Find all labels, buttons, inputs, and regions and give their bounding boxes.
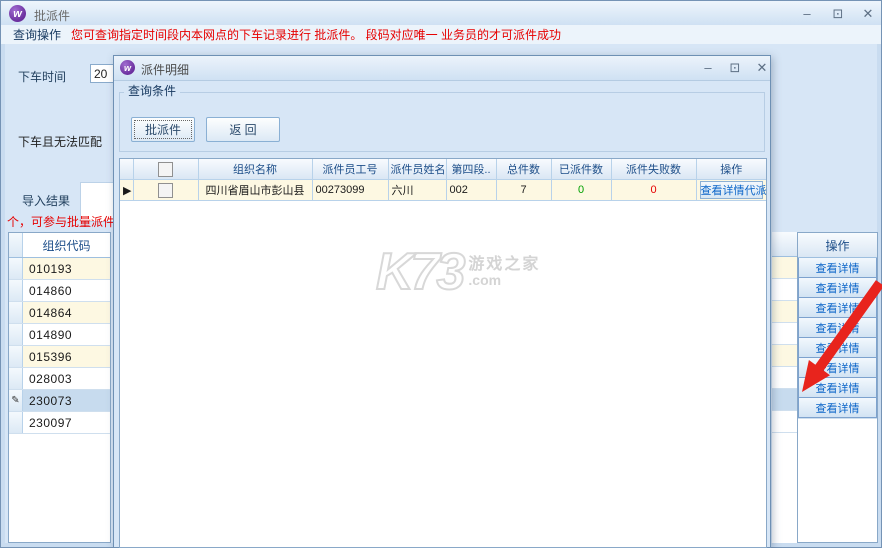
- emp-no-cell: 00273099: [312, 180, 388, 201]
- column-header[interactable]: 操作: [696, 159, 766, 180]
- edit-pencil-icon: ✎: [9, 390, 23, 411]
- column-header[interactable]: 派件员工号: [312, 159, 388, 180]
- query-condition-label: 查询条件: [124, 82, 180, 99]
- dispatch-detail-dialog: w 派件明细 – ⊡ ✕ 查询条件 批派件 返 回 组织名称 派件员工号 派件员…: [113, 55, 771, 548]
- select-all-checkbox[interactable]: [158, 162, 173, 177]
- back-button[interactable]: 返 回: [206, 117, 280, 142]
- row-checkbox[interactable]: [158, 183, 173, 198]
- dialog-maximize-button[interactable]: ⊡: [724, 59, 746, 76]
- org-code-table: 组织代码 010193 014860 014864 014890 015396 …: [8, 232, 111, 543]
- main-grid-sliver: [772, 232, 797, 543]
- batch-dispatch-button[interactable]: 批派件: [131, 117, 195, 142]
- count-note: 个，可参与批量派件: [7, 213, 115, 230]
- dialog-logo-icon: w: [120, 60, 135, 75]
- view-detail-link[interactable]: 查看详情: [701, 182, 745, 198]
- delegate-dispatch-link[interactable]: 代派: [745, 182, 767, 198]
- maximize-button[interactable]: ⊡: [827, 5, 849, 22]
- table-row[interactable]: 014860: [9, 280, 110, 302]
- column-header[interactable]: 组织名称: [198, 159, 312, 180]
- time-label: 下车时间: [18, 68, 66, 85]
- window-title: 批派件: [34, 7, 70, 24]
- column-header[interactable]: 派件失败数: [611, 159, 696, 180]
- table-row[interactable]: 014864: [9, 302, 110, 324]
- org-code-header-row: 组织代码: [9, 233, 110, 258]
- note-text: 下车且无法匹配: [18, 133, 113, 150]
- row-selector-header: [9, 233, 23, 257]
- total-count-cell: 7: [496, 180, 551, 201]
- view-detail-button[interactable]: 查看详情: [798, 318, 877, 338]
- view-detail-button[interactable]: 查看详情: [798, 338, 877, 358]
- grid-header-row: 组织名称 派件员工号 派件员姓名 第四段.. 总件数 已派件数 派件失败数 操作: [120, 159, 766, 180]
- failed-count-cell: 0: [611, 180, 696, 201]
- dialog-title: 派件明细: [141, 61, 189, 78]
- view-detail-button[interactable]: 查看详情: [798, 278, 877, 298]
- row-selector: [9, 368, 23, 389]
- column-header[interactable]: 已派件数: [551, 159, 611, 180]
- column-header[interactable]: 派件员姓名: [388, 159, 446, 180]
- row-selector: [9, 346, 23, 367]
- column-header[interactable]: 总件数: [496, 159, 551, 180]
- table-row[interactable]: 230097: [9, 412, 110, 434]
- row-action-buttons: 查看详情 代派: [700, 181, 764, 199]
- row-selector: [9, 324, 23, 345]
- dialog-titlebar: w 派件明细 – ⊡ ✕: [114, 56, 770, 81]
- grid-data-row[interactable]: ▶ 四川省眉山市彭山县 00273099 六川 002 7 0 0 查看详情 代…: [120, 180, 766, 201]
- selector-header: [120, 159, 133, 180]
- dispatch-detail-grid: 组织名称 派件员工号 派件员姓名 第四段.. 总件数 已派件数 派件失败数 操作…: [119, 158, 767, 548]
- view-detail-button[interactable]: 查看详情: [798, 358, 877, 378]
- menu-hint-text: 您可查询指定时间段内本网点的下车记录进行 批派件。 段码对应唯一 业务员的才可派…: [71, 26, 561, 43]
- row-selector: [9, 280, 23, 301]
- row-selector: [9, 302, 23, 323]
- operations-header: 操作: [798, 233, 877, 258]
- view-detail-button[interactable]: 查看详情: [798, 298, 877, 318]
- segment-cell: 002: [446, 180, 496, 201]
- table-row[interactable]: 010193: [9, 258, 110, 280]
- menu-item-query[interactable]: 查询操作: [13, 26, 61, 43]
- row-checkbox-cell: [133, 180, 198, 201]
- view-detail-button[interactable]: 查看详情: [798, 398, 877, 418]
- org-code-column-header: 组织代码: [23, 233, 110, 257]
- table-row[interactable]: 014890: [9, 324, 110, 346]
- menu-bar: 查询操作 您可查询指定时间段内本网点的下车记录进行 批派件。 段码对应唯一 业务…: [1, 25, 881, 45]
- dispatched-count-cell: 0: [551, 180, 611, 201]
- minimize-button[interactable]: –: [796, 5, 818, 22]
- row-selector: [9, 412, 23, 433]
- table-row[interactable]: 028003: [9, 368, 110, 390]
- emp-name-cell: 六川: [388, 180, 446, 201]
- close-button[interactable]: ✕: [857, 5, 879, 22]
- row-actions-cell: 查看详情 代派: [696, 180, 766, 201]
- table-row[interactable]: 015396: [9, 346, 110, 368]
- dialog-minimize-button[interactable]: –: [697, 59, 719, 76]
- org-name-cell: 四川省眉山市彭山县: [198, 180, 312, 201]
- view-detail-button[interactable]: 查看详情: [798, 378, 877, 398]
- checkbox-header: [133, 159, 198, 180]
- row-selector: [9, 258, 23, 279]
- operations-column: 操作 查看详情 查看详情 查看详情 查看详情 查看详情 查看详情 查看详情 查看…: [797, 232, 878, 543]
- dialog-close-button[interactable]: ✕: [751, 59, 773, 76]
- app-logo-icon: w: [9, 5, 26, 22]
- column-header[interactable]: 第四段..: [446, 159, 496, 180]
- row-selector-arrow: ▶: [120, 180, 133, 201]
- table-row-selected[interactable]: ✎230073: [9, 390, 110, 412]
- view-detail-button[interactable]: 查看详情: [798, 258, 877, 278]
- main-titlebar: w 批派件 – ⊡ ✕: [1, 1, 881, 26]
- import-result-label: 导入结果: [22, 192, 70, 209]
